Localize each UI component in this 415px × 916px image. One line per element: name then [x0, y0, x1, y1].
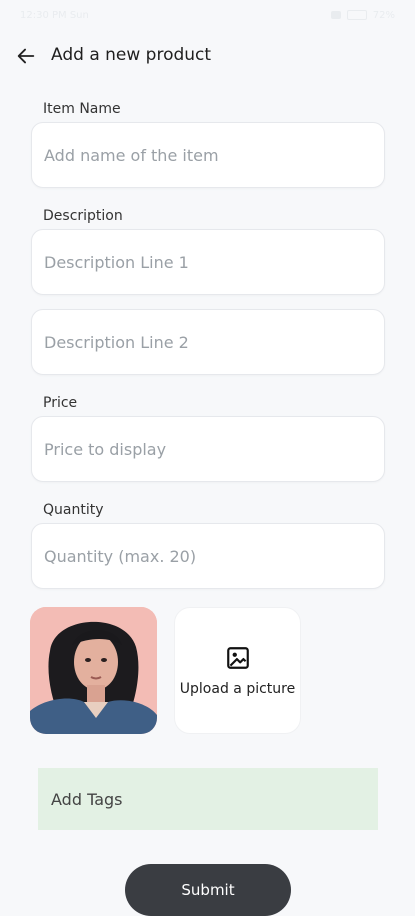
- signal-icon: [330, 11, 341, 19]
- quantity-input[interactable]: [32, 524, 384, 588]
- back-button[interactable]: [12, 42, 40, 70]
- battery-icon: [346, 10, 367, 20]
- submit-button[interactable]: Submit: [125, 864, 291, 916]
- product-image-preview[interactable]: [30, 607, 157, 734]
- item-name-field[interactable]: [31, 122, 385, 188]
- status-time: 12:30 PM Sun: [20, 9, 89, 21]
- battery-text: 72%: [372, 9, 395, 21]
- description-line2-field[interactable]: [31, 309, 385, 375]
- status-bar: 12:30 PM Sun 72%: [0, 0, 415, 30]
- status-icons: 72%: [330, 9, 395, 21]
- description-line1-input[interactable]: [32, 230, 384, 294]
- add-tags-field[interactable]: Add Tags: [38, 768, 378, 830]
- quantity-label: Quantity: [43, 502, 104, 518]
- quantity-field[interactable]: [31, 523, 385, 589]
- description-line2-input[interactable]: [32, 310, 384, 374]
- portrait-image: [30, 607, 157, 734]
- upload-label: Upload a picture: [179, 680, 296, 697]
- item-name-label: Item Name: [43, 101, 121, 117]
- arrow-left-icon: [17, 48, 35, 64]
- price-field[interactable]: [31, 416, 385, 482]
- page-title: Add a new product: [51, 45, 212, 65]
- top-bar: Add a new product: [0, 40, 415, 72]
- price-input[interactable]: [32, 417, 384, 481]
- price-label: Price: [43, 395, 78, 411]
- item-name-input[interactable]: [32, 123, 384, 187]
- image-icon: [226, 646, 249, 669]
- description-line1-field[interactable]: [31, 229, 385, 295]
- description-label: Description: [43, 208, 123, 224]
- upload-picture-button[interactable]: Upload a picture: [174, 607, 301, 734]
